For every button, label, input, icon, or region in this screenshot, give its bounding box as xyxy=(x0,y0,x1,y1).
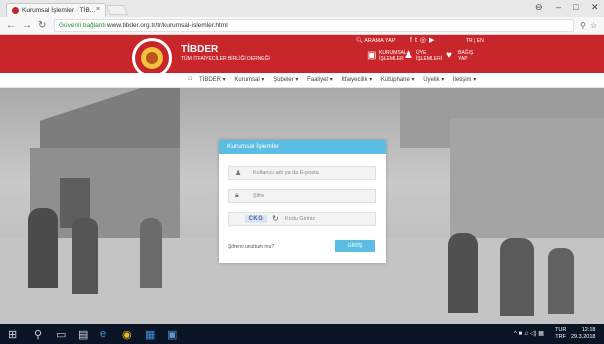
tab-close-icon[interactable]: × xyxy=(96,6,100,13)
refresh-captcha-icon[interactable]: ↻ xyxy=(272,214,279,223)
user-icon: ♟ xyxy=(404,50,413,61)
nav-item-iletisim[interactable]: İletişim ▾ xyxy=(453,77,476,83)
browser-tab[interactable]: Kurumsal İşlemler · TİB... × xyxy=(6,3,106,17)
search-icon[interactable]: ⚲ xyxy=(34,328,42,341)
nav-item-itfaiyecilik[interactable]: İtfaiyecilik ▾ xyxy=(341,77,372,83)
donate-icon: ♥ xyxy=(446,50,452,61)
system-tray[interactable]: ^ ■ ♫ ◁) ▦ xyxy=(514,330,544,337)
chrome-icon[interactable]: ◉ xyxy=(122,328,132,341)
login-card: Kurumsal İşlemler ♟ Kullanıcı adı ya da … xyxy=(219,140,386,263)
site-subtitle: TÜM İTFAİYECİLER BİRLİĞİ DERNEĞİ xyxy=(181,56,270,62)
maximize-button[interactable]: □ xyxy=(573,2,578,12)
nav-item-kurumsal[interactable]: Kurumsal ▾ xyxy=(234,77,264,83)
back-arrow-icon[interactable]: ← xyxy=(6,20,16,31)
nav-item-subeler[interactable]: Şubeler ▾ xyxy=(273,77,298,83)
password-placeholder: Şifre xyxy=(253,193,265,199)
close-window-button[interactable]: ✕ xyxy=(591,2,599,13)
site-favicon-icon xyxy=(12,7,19,14)
site-header xyxy=(0,35,604,73)
captcha-image: CKG xyxy=(245,215,267,223)
home-icon[interactable]: ⌂ xyxy=(188,75,192,82)
site-name[interactable]: TİBDER xyxy=(181,44,218,55)
password-field[interactable]: 🔒︎ Şifre xyxy=(228,189,376,203)
nav-item-tibder[interactable]: TİBDER ▾ xyxy=(199,77,226,83)
forgot-password-link[interactable]: Şifremi unuttum mu? xyxy=(228,244,274,250)
input-language[interactable]: TUR TRF xyxy=(555,327,566,341)
captcha-row: CKG ↻ Kodu Giriniz xyxy=(228,212,376,226)
secure-lock-label: Güvenli bağlantı xyxy=(59,22,106,29)
header-link-kurumsal[interactable]: KURUMSAL İŞLEMLER xyxy=(379,50,407,62)
url-text[interactable]: www.tibder.org.tr/tr/kurumsal-islemler.h… xyxy=(107,22,228,29)
nav-item-uyelik[interactable]: Üyelik ▾ xyxy=(423,77,444,83)
task-view-icon[interactable]: ▭ xyxy=(56,328,66,341)
language-switch[interactable]: TR | EN xyxy=(466,38,484,44)
nav-item-kutuphane[interactable]: Kütüphane ▾ xyxy=(381,77,415,83)
tab-title: Kurumsal İşlemler · TİB... xyxy=(22,7,96,14)
youtube-icon[interactable]: ▶ xyxy=(429,37,437,44)
store-icon[interactable]: ▤ xyxy=(78,328,88,341)
app-icon[interactable]: ▣ xyxy=(167,328,177,341)
header-link-uye[interactable]: ÜYE İŞLEMLERİ xyxy=(416,50,442,62)
taskbar-clock[interactable]: 12:18 29.3.2018 xyxy=(571,327,595,341)
lock-icon: 🔒︎ xyxy=(235,192,239,199)
login-card-header: Kurumsal İşlemler xyxy=(219,140,386,154)
social-links: ft◎▶ xyxy=(410,36,437,44)
nav-items: TİBDER ▾ Kurumsal ▾ Şubeler ▾ Faaliyet ▾… xyxy=(199,76,483,83)
username-field[interactable]: ♟ Kullanıcı adı ya da E-posta xyxy=(228,166,376,180)
login-title: Kurumsal İşlemler xyxy=(227,143,280,150)
url-input[interactable]: Güvenli bağlantı www.tibder.org.tr/tr/ku… xyxy=(54,19,574,32)
user-icon: ♟ xyxy=(235,170,242,177)
profile-icon[interactable]: ⊖ xyxy=(535,2,543,13)
header-link-bagis[interactable]: BAĞIŞ YAP xyxy=(458,50,473,62)
nav-item-faaliyet[interactable]: Faaliyet ▾ xyxy=(307,77,333,83)
building-icon: ▣ xyxy=(367,50,377,61)
edge-icon[interactable]: e xyxy=(100,328,106,340)
forward-arrow-icon[interactable]: → xyxy=(22,20,32,31)
captcha-input[interactable]: Kodu Giriniz xyxy=(285,216,315,222)
zoom-icon[interactable]: ⚲ xyxy=(580,21,586,30)
reload-icon[interactable]: ↻ xyxy=(38,20,46,31)
windows-start-icon[interactable]: ⊞ xyxy=(8,328,17,341)
username-placeholder: Kullanıcı adı ya da E-posta xyxy=(253,170,319,176)
new-tab-button[interactable] xyxy=(106,5,128,15)
bookmark-star-icon[interactable]: ☆ xyxy=(590,21,597,30)
login-button[interactable]: GİRİŞ xyxy=(335,240,375,252)
minimize-button[interactable]: – xyxy=(556,2,561,12)
instagram-icon[interactable]: ◎ xyxy=(420,37,429,44)
file-explorer-icon[interactable]: ▦ xyxy=(145,328,155,341)
search-link[interactable]: 🔍︎ ARAMA YAP xyxy=(356,38,396,44)
